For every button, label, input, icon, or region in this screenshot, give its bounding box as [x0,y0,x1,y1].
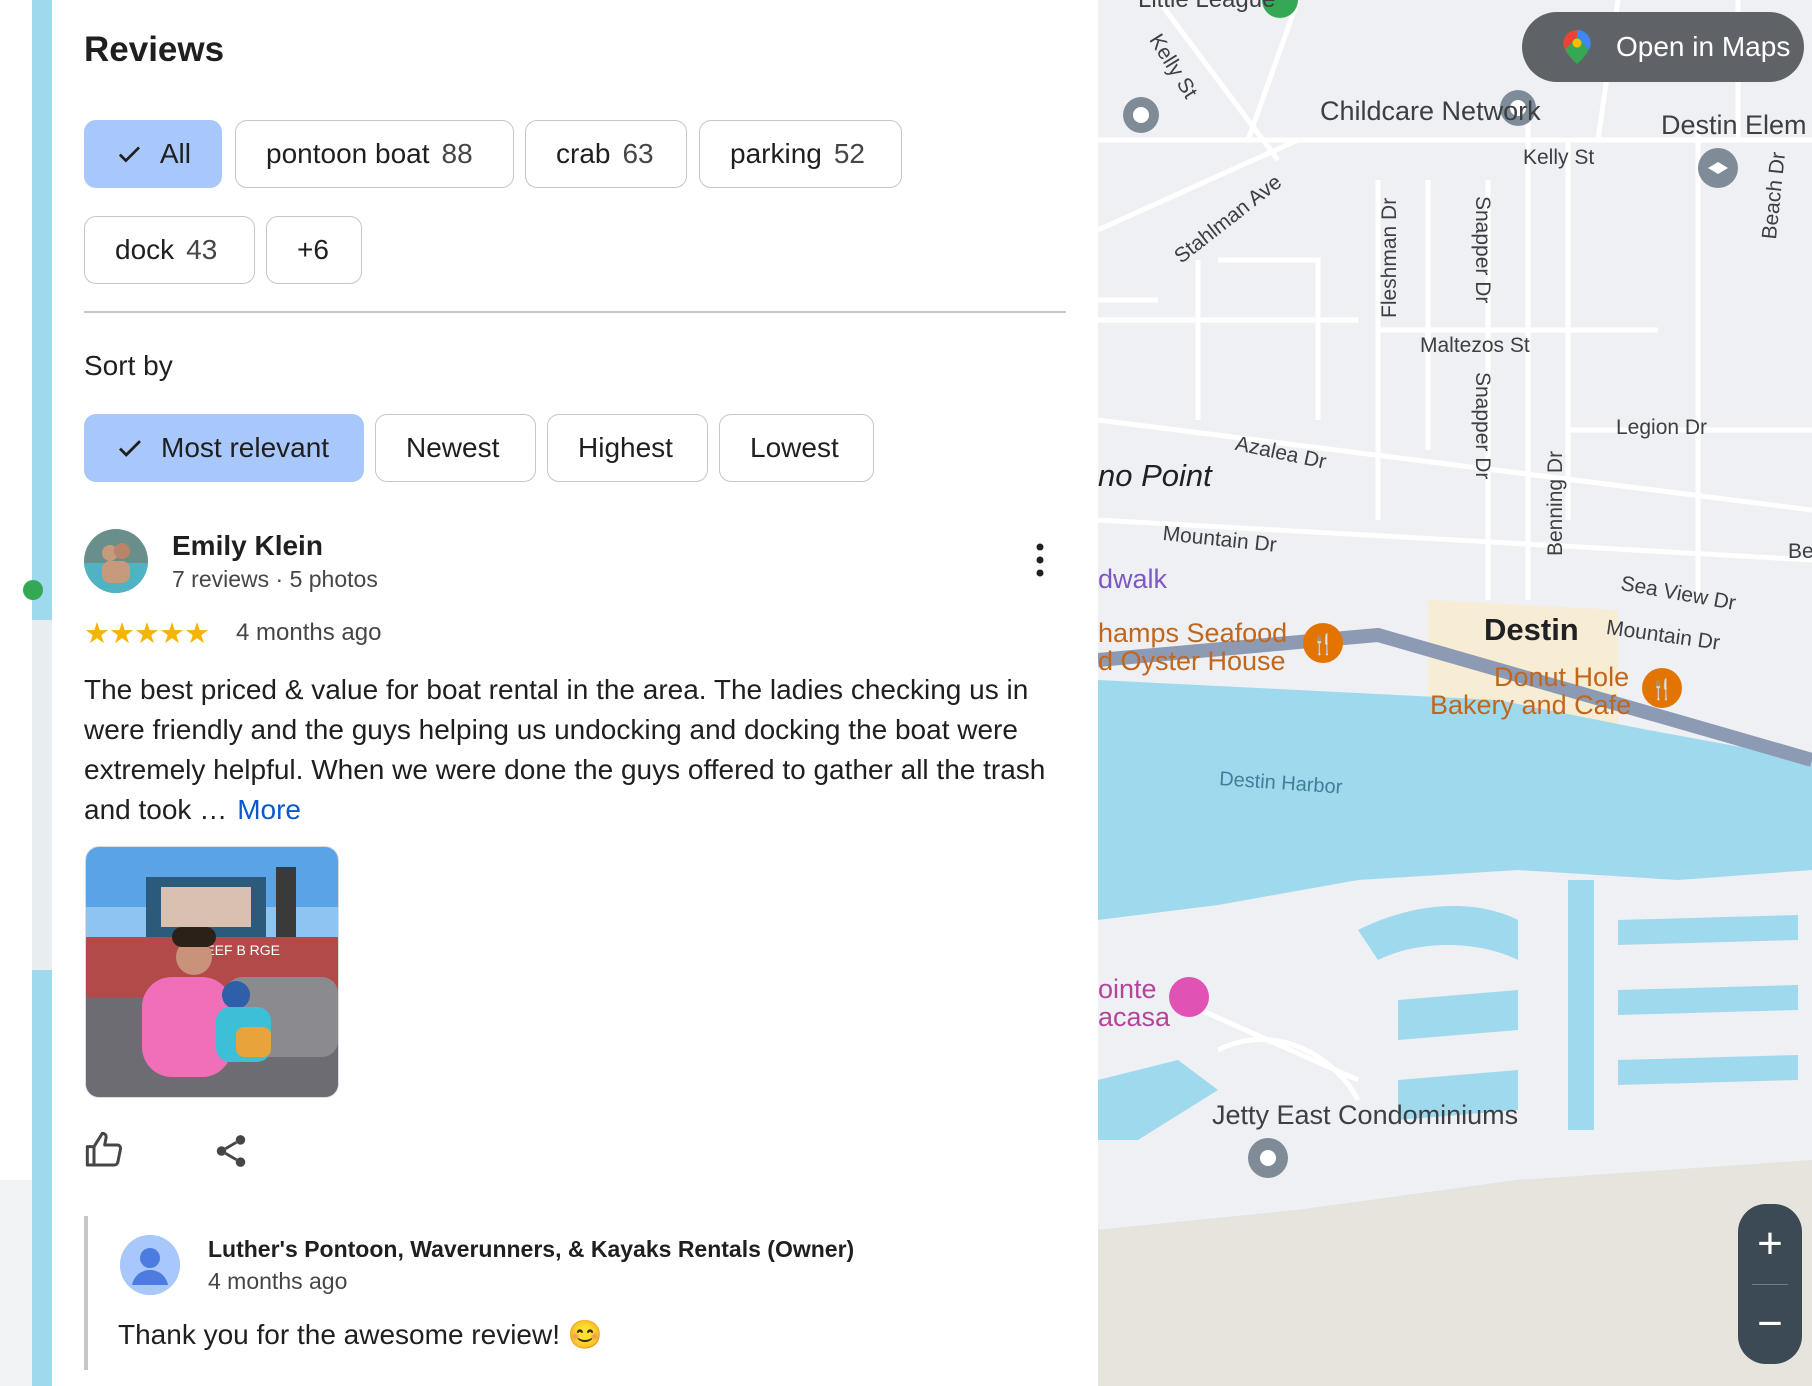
map-label-childcare: Childcare Network [1320,96,1541,126]
owner-reply-date: 4 months ago [208,1268,348,1294]
map-label-be: Be [1788,540,1812,563]
check-icon [118,146,140,163]
sort-by-label: Sort by [84,350,173,381]
chip-label: Most relevant [161,432,330,463]
map-label-pointe-1: ointe [1098,974,1157,1004]
map-label-snapper-2: Snapper Dr [1471,372,1494,480]
sort-highest[interactable]: Highest [547,414,708,482]
divider [84,311,1066,313]
map-label-pointe-2: acasa [1098,1002,1171,1032]
map-label-champs-2: d Oyster House [1098,646,1286,676]
review-date: 4 months ago [236,619,382,646]
map-label-donut-2: Bakery and Cafe [1430,690,1632,720]
chip-count: 52 [833,138,865,169]
review-photo[interactable]: BEEF B RGE [85,846,339,1098]
zoom-in-button[interactable]: + [1738,1204,1802,1284]
chip-label: dock [115,234,175,265]
reviewer-meta: 7 reviews · 5 photos [172,566,378,592]
star-rating: ★★★★★ [84,618,210,650]
chip-dock[interactable]: dock 43 [84,216,255,284]
chip-label: Lowest [750,432,839,463]
chip-label: parking [730,138,822,169]
check-icon [119,440,141,457]
review-text: The best priced & value for boat rental … [84,670,1074,830]
chip-count: 43 [186,234,218,265]
more-link[interactable]: More [237,794,301,825]
map-label-champs-1: hamps Seafood [1098,618,1288,648]
map-label-destin: Destin [1484,612,1579,647]
chip-label: pontoon boat [266,138,430,169]
map-label-snapper-1: Snapper Dr [1471,196,1494,304]
reviewer-name[interactable]: Emily Klein [172,530,323,562]
map-label-benning: Benning Dr [1544,450,1567,556]
chip-label: crab [556,138,611,169]
owner-name: Luther's Pontoon, Waverunners, & Kayaks … [208,1236,855,1262]
zoom-control: + − [1738,1204,1802,1364]
reviews-title: Reviews [84,30,225,69]
svg-text:🍴: 🍴 [1650,677,1675,701]
map-label-maltezos: Maltezos St [1420,334,1530,357]
reviewer-avatar[interactable] [84,529,148,593]
sort-newest[interactable]: Newest [375,414,536,482]
chip-more-topics[interactable]: +6 [266,216,362,284]
svg-text:🍴: 🍴 [1311,632,1336,656]
open-in-maps-button[interactable]: Open in Maps [1522,12,1804,82]
more-options-icon[interactable] [1030,540,1050,580]
chip-parking[interactable]: parking 52 [699,120,902,188]
thumbs-up-icon[interactable] [84,1130,124,1170]
chip-label: All [159,138,191,169]
map-label-league: Little League [1138,0,1275,14]
chip-label: +6 [297,234,329,265]
share-icon[interactable] [212,1132,250,1170]
map-label-fleshman: Fleshman Dr [1378,197,1401,318]
chip-count: 88 [441,138,473,169]
map-label-jetty-east: Jetty East Condominiums [1212,1100,1519,1130]
reply-indent-bar [84,1216,88,1370]
chip-label: Highest [578,432,673,463]
zoom-out-button[interactable]: − [1738,1284,1802,1364]
chip-crab[interactable]: crab 63 [525,120,687,188]
map-label-kelly-st-2: Kelly St [1523,146,1595,169]
map-label-donut-1: Donut Hole [1494,662,1630,692]
map-label-legion: Legion Dr [1616,416,1708,439]
owner-avatar [120,1235,180,1295]
chip-pontoon-boat[interactable]: pontoon boat 88 [235,120,514,188]
chip-all[interactable]: All [84,120,222,188]
open-in-maps-label: Open in Maps [1616,31,1791,62]
map-view[interactable]: 🍴 🍴 Little League Kelly St Childcare Net… [1098,0,1812,1386]
owner-reply-text: Thank you for the awesome review! 😊 [118,1319,603,1350]
reviews-panel: Reviews All pontoon boat 88 crab 63 park… [52,0,1098,1386]
left-map-strip [0,0,52,1386]
sort-most-relevant[interactable]: Most relevant [84,414,364,482]
maps-pin-icon [1563,30,1591,64]
map-label-point: no Point [1098,458,1212,493]
sort-lowest[interactable]: Lowest [719,414,874,482]
chip-label: Newest [406,432,500,463]
chip-count: 63 [622,138,654,169]
map-label-destin-elem: Destin Elem [1661,110,1807,140]
review-body: The best priced & value for boat rental … [84,674,1046,825]
map-label-boardwalk: dwalk [1098,564,1168,594]
